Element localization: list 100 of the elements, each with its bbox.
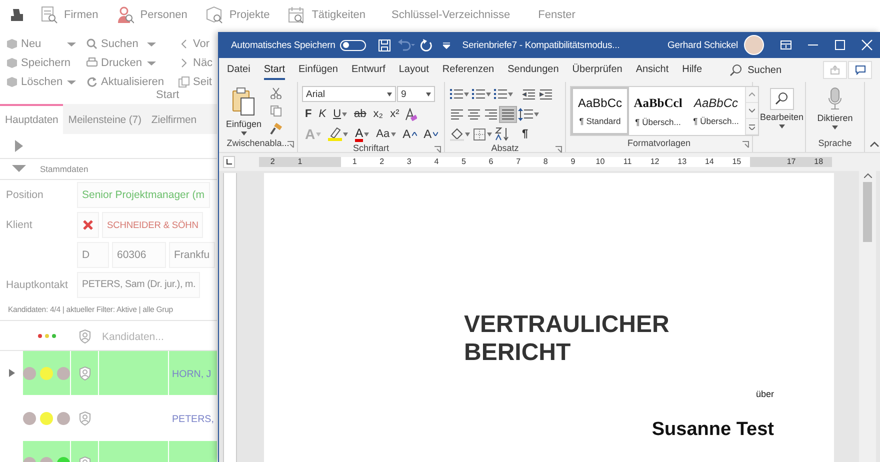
font-tool-button[interactable]: A bbox=[420, 126, 441, 142]
document-title: Serienbriefe7 - Kompatibilitätsmodus... bbox=[462, 40, 620, 50]
highlighter-icon bbox=[328, 127, 342, 141]
borders-button[interactable] bbox=[472, 126, 493, 142]
format-button[interactable]: U bbox=[330, 106, 350, 122]
collapse-ribbon-button[interactable] bbox=[869, 140, 880, 148]
bullet-list-button[interactable] bbox=[449, 86, 470, 102]
ribbon-tab[interactable]: Sendungen bbox=[508, 60, 559, 80]
caret-icon[interactable] bbox=[426, 92, 431, 96]
ribbon-tab[interactable]: Start bbox=[264, 60, 285, 80]
cube-search-icon bbox=[205, 6, 224, 24]
group-label: Schriftart bbox=[352, 143, 389, 153]
caret-icon[interactable] bbox=[778, 124, 785, 129]
undo-icon[interactable] bbox=[397, 38, 416, 52]
bullet-list-icon bbox=[450, 88, 463, 100]
dialog-launcher-icon[interactable] bbox=[434, 146, 441, 153]
caret-icon[interactable] bbox=[487, 132, 492, 136]
caret-icon[interactable] bbox=[342, 112, 348, 116]
save-icon[interactable] bbox=[378, 38, 392, 52]
dictate-button[interactable]: Diktieren bbox=[814, 85, 856, 138]
scrollbar[interactable] bbox=[859, 171, 876, 462]
format-button[interactable]: x² bbox=[387, 106, 402, 122]
ribbon-tab[interactable]: Layout bbox=[398, 60, 429, 80]
group-label: Sprache bbox=[818, 138, 852, 148]
align-center-button[interactable] bbox=[466, 106, 482, 122]
font-tool-button[interactable]: A bbox=[352, 126, 372, 142]
increase-indent-button[interactable] bbox=[538, 86, 554, 102]
ribbon-tab[interactable]: Ansicht bbox=[636, 60, 669, 80]
comments-button[interactable] bbox=[848, 61, 872, 79]
document-subtitle: über bbox=[756, 389, 774, 399]
scissors-button[interactable] bbox=[268, 86, 283, 100]
play-icon[interactable] bbox=[14, 139, 24, 153]
microphone-icon bbox=[828, 87, 842, 111]
collapse-caret-icon[interactable] bbox=[12, 165, 26, 173]
format-button[interactable]: F bbox=[302, 106, 315, 122]
caret-icon[interactable] bbox=[343, 132, 348, 136]
ribbon-tab[interactable]: Überprüfen bbox=[572, 60, 622, 80]
dialog-launcher-icon[interactable] bbox=[555, 146, 562, 153]
cube-icon bbox=[6, 76, 18, 88]
field-label: Hauptkontakt bbox=[5, 279, 69, 291]
clear-format-icon[interactable] bbox=[403, 108, 418, 120]
caret-icon[interactable] bbox=[364, 132, 370, 136]
numbered-list-button[interactable] bbox=[471, 86, 492, 102]
caret-up-icon bbox=[749, 92, 755, 98]
caret-icon[interactable] bbox=[832, 125, 838, 130]
paintbrush-button[interactable] bbox=[268, 122, 283, 136]
autosave-toggle[interactable] bbox=[340, 40, 366, 50]
justify-button[interactable] bbox=[500, 106, 516, 122]
increase-indent-icon bbox=[539, 88, 553, 100]
close-icon bbox=[860, 39, 872, 51]
group-label: Absatz bbox=[491, 143, 519, 153]
ribbon-tab[interactable]: Einfügen bbox=[298, 60, 338, 80]
paste-button[interactable]: Einfügen bbox=[223, 85, 265, 138]
scroll-up-button[interactable] bbox=[746, 87, 758, 103]
autosave-label: Automatisches Speichern bbox=[231, 40, 336, 50]
format-button[interactable]: ab bbox=[351, 106, 370, 122]
scrollbar-thumb[interactable] bbox=[863, 182, 872, 242]
redo-icon[interactable] bbox=[420, 38, 434, 52]
editing-button[interactable]: Bearbeiten bbox=[757, 85, 807, 152]
ribbon-tab[interactable]: Referenzen bbox=[442, 60, 494, 80]
ribbon-tab[interactable]: Entwurf bbox=[351, 60, 386, 80]
pages-icon bbox=[178, 76, 190, 88]
font-name-dropdown[interactable]: Arial bbox=[302, 86, 396, 102]
font-tool-button[interactable]: A bbox=[400, 126, 420, 142]
format-button[interactable]: K bbox=[316, 106, 330, 122]
caret-icon[interactable] bbox=[240, 131, 247, 136]
font-size-dropdown[interactable]: 9 bbox=[397, 86, 435, 102]
sort-button[interactable] bbox=[494, 126, 510, 142]
dialog-launcher-icon[interactable] bbox=[287, 141, 294, 148]
caret-icon[interactable] bbox=[508, 92, 513, 96]
user-name[interactable]: Gerhard Schickel bbox=[668, 40, 738, 50]
ribbon-tab[interactable]: Hilfe bbox=[682, 60, 702, 80]
caret-icon[interactable] bbox=[387, 92, 392, 96]
remove-button[interactable] bbox=[77, 212, 99, 238]
up-caret-icon bbox=[412, 132, 417, 136]
avatar[interactable] bbox=[744, 35, 764, 55]
align-right-button[interactable] bbox=[483, 106, 499, 122]
font-tool-button[interactable]: Aa bbox=[373, 126, 399, 142]
format-button[interactable]: x₂ bbox=[370, 106, 386, 122]
more-button[interactable] bbox=[746, 119, 758, 135]
decrease-indent-button[interactable] bbox=[521, 86, 537, 102]
align-left-button[interactable] bbox=[449, 106, 465, 122]
tab-selector[interactable] bbox=[223, 156, 235, 168]
caret-icon[interactable] bbox=[486, 92, 491, 96]
shading-button[interactable] bbox=[449, 126, 471, 142]
customize-caret-icon[interactable] bbox=[443, 42, 450, 48]
copy-button[interactable] bbox=[268, 104, 283, 118]
ribbon-tab[interactable]: Datei bbox=[227, 60, 250, 80]
caret-icon[interactable] bbox=[534, 112, 539, 116]
caret-icon[interactable] bbox=[464, 92, 469, 96]
caret-icon[interactable] bbox=[390, 132, 396, 136]
dialog-launcher-icon[interactable] bbox=[742, 141, 749, 148]
caret-icon[interactable] bbox=[465, 132, 470, 136]
show-marks-button[interactable]: ¶ bbox=[519, 126, 532, 142]
printer-icon bbox=[86, 57, 98, 69]
line-spacing-button[interactable] bbox=[517, 106, 540, 122]
search-button[interactable]: Suchen bbox=[724, 63, 788, 77]
multilevel-list-button[interactable] bbox=[493, 86, 514, 102]
style-item[interactable]: AaBbCc ¶ Standard bbox=[571, 87, 629, 135]
scroll-down-button[interactable] bbox=[746, 103, 758, 119]
